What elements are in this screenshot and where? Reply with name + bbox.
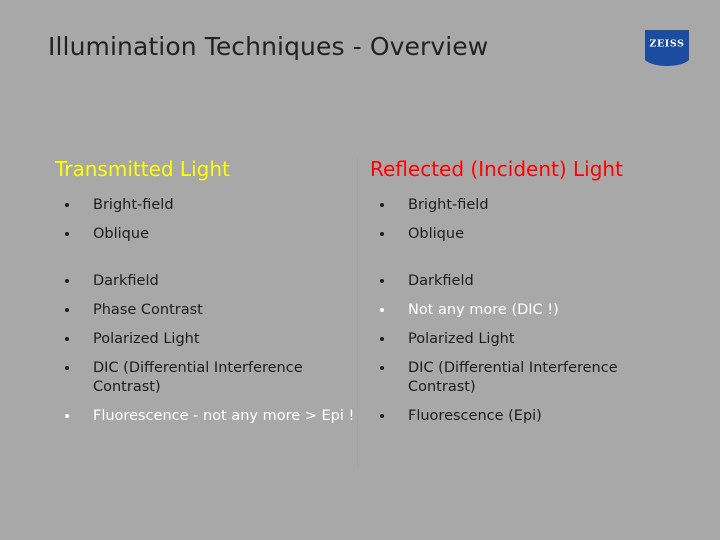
column-heading-transmitted: Transmitted Light <box>55 157 230 181</box>
list-item-label: Oblique <box>93 226 149 242</box>
bullet-dot-icon <box>380 414 384 418</box>
zeiss-logo-icon: ZEISS <box>645 30 689 66</box>
bullet-dot-icon <box>380 337 384 341</box>
list-item: Darkfield <box>370 272 670 291</box>
bullet-dot-icon <box>380 203 384 207</box>
list-item: DIC (Differential Interference Contrast) <box>55 359 355 397</box>
list-item-label: Bright-field <box>93 197 174 213</box>
bullet-dot-icon <box>65 203 69 207</box>
column-reflected-light: Reflected (Incident) Light Bright-field … <box>370 158 670 426</box>
list-item: Not any more (DIC !) <box>370 301 670 320</box>
list-item: Polarized Light <box>370 330 670 349</box>
bullet-dot-icon <box>380 308 384 312</box>
list-item-label: Darkfield <box>93 273 159 289</box>
list-item-label: DIC (Differential Interference Contrast) <box>93 360 303 395</box>
page-title: Illumination Techniques - Overview <box>48 32 489 61</box>
list-item-label: Darkfield <box>408 273 474 289</box>
list-item-label: Polarized Light <box>93 331 200 347</box>
zeiss-wordmark: ZEISS <box>649 39 684 50</box>
zeiss-logo: ZEISS <box>645 30 689 68</box>
list-item: Fluorescence (Epi) <box>370 407 670 426</box>
bullet-dot-icon <box>65 337 69 341</box>
column-transmitted-light: Transmitted Light Bright-field Oblique D… <box>55 158 355 426</box>
slide-canvas: Illumination Techniques - Overview ZEISS… <box>0 0 720 540</box>
list-item-label: Not any more (DIC !) <box>408 302 559 318</box>
list-item-label: DIC (Differential Interference Contrast) <box>408 360 618 395</box>
list-item-label: Bright-field <box>408 197 489 213</box>
transmitted-group-two-list: Darkfield Phase Contrast Polarized Light… <box>55 272 355 426</box>
column-divider <box>357 158 358 468</box>
list-item: Bright-field <box>370 196 670 215</box>
list-item: Oblique <box>55 225 355 244</box>
list-item-label: Phase Contrast <box>93 302 203 318</box>
bullet-dot-icon <box>65 414 69 418</box>
reflected-group-two-list: Darkfield Not any more (DIC !) Polarized… <box>370 272 670 426</box>
list-item-label: Fluorescence (Epi) <box>408 408 542 424</box>
bullet-dot-icon <box>65 366 69 370</box>
list-item-label: Polarized Light <box>408 331 515 347</box>
list-item: Oblique <box>370 225 670 244</box>
bullet-dot-icon <box>65 232 69 236</box>
transmitted-group-one-list: Bright-field Oblique <box>55 196 355 244</box>
content-columns: Transmitted Light Bright-field Oblique D… <box>0 158 720 488</box>
bullet-dot-icon <box>65 308 69 312</box>
list-item: DIC (Differential Interference Contrast) <box>370 359 670 397</box>
bullet-dot-icon <box>380 366 384 370</box>
bullet-dot-icon <box>65 279 69 283</box>
column-heading-reflected: Reflected (Incident) Light <box>370 157 623 181</box>
bullet-dot-icon <box>380 279 384 283</box>
reflected-group-one-list: Bright-field Oblique <box>370 196 670 244</box>
list-item: Fluorescence - not any more > Epi ! <box>55 407 355 426</box>
list-item: Bright-field <box>55 196 355 215</box>
list-item: Polarized Light <box>55 330 355 349</box>
list-item-label: Oblique <box>408 226 464 242</box>
list-item: Darkfield <box>55 272 355 291</box>
bullet-dot-icon <box>380 232 384 236</box>
list-item: Phase Contrast <box>55 301 355 320</box>
list-item-label: Fluorescence - not any more > Epi ! <box>93 408 355 424</box>
